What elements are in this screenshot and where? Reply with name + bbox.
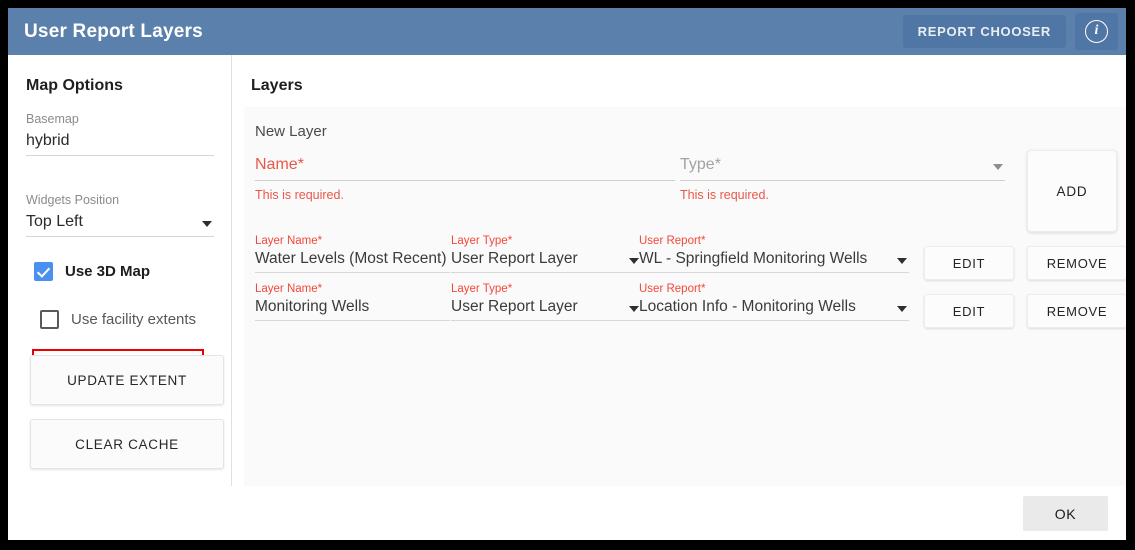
user-report-required-marker: * [701, 235, 705, 247]
use-facility-extents-checkbox-row[interactable]: Use facility extents [40, 310, 196, 329]
layer-row: Layer Name* Monitoring Wells Layer Type*… [255, 283, 1115, 331]
layer-type-select[interactable]: User Report Layer [451, 250, 641, 273]
dialog-titlebar: User Report Layers REPORT CHOOSER i [8, 8, 1126, 55]
new-layer-name-error: This is required. [255, 188, 675, 202]
basemap-input[interactable]: hybrid [26, 132, 214, 156]
use-facility-extents-checkbox[interactable] [40, 310, 59, 329]
titlebar-actions: REPORT CHOOSER i [903, 13, 1118, 50]
layer-name-field: Layer Name* Water Levels (Most Recent) [255, 235, 450, 273]
chevron-down-icon [629, 258, 639, 264]
chevron-down-icon [629, 306, 639, 312]
user-report-label-text: User Report [639, 283, 701, 295]
remove-layer-button[interactable]: REMOVE [1027, 246, 1126, 280]
user-report-select[interactable]: Location Info - Monitoring Wells [639, 298, 909, 321]
map-options-panel: Map Options Basemap hybrid Widgets Posit… [8, 55, 232, 540]
user-report-field: User Report* Location Info - Monitoring … [639, 283, 909, 321]
ok-button[interactable]: OK [1023, 496, 1108, 531]
new-layer-name-required-marker: * [298, 156, 304, 173]
layer-type-label: Layer Type* [451, 283, 641, 295]
use-3d-map-checkbox-row[interactable]: Use 3D Map [34, 262, 150, 281]
new-layer-type-required-marker: * [715, 156, 721, 173]
layer-type-required-marker: * [508, 283, 512, 295]
user-report-label: User Report* [639, 283, 909, 295]
layers-content: New Layer Name* This is required. Type* [244, 107, 1126, 486]
map-options-title: Map Options [26, 77, 123, 95]
user-report-field: User Report* WL - Springfield Monitoring… [639, 235, 909, 273]
new-layer-type-placeholder: Type [680, 156, 715, 173]
layer-name-input[interactable]: Water Levels (Most Recent) [255, 250, 450, 273]
report-chooser-button[interactable]: REPORT CHOOSER [903, 15, 1066, 48]
new-layer-label: New Layer [255, 123, 327, 140]
update-extent-button[interactable]: UPDATE EXTENT [30, 355, 224, 405]
info-button[interactable]: i [1075, 13, 1118, 50]
user-report-value: WL - Springfield Monitoring Wells [639, 250, 909, 268]
chevron-down-icon [897, 306, 907, 312]
new-layer-name-input[interactable]: Name* [255, 156, 675, 181]
user-report-label-text: User Report [639, 235, 701, 247]
remove-layer-button[interactable]: REMOVE [1027, 294, 1126, 328]
layer-type-select[interactable]: User Report Layer [451, 298, 641, 321]
layer-type-label-text: Layer Type [451, 235, 508, 247]
basemap-field: Basemap hybrid [26, 112, 214, 156]
widgets-position-field: Widgets Position Top Left [26, 193, 214, 237]
layer-name-input[interactable]: Monitoring Wells [255, 298, 450, 321]
widgets-position-value: Top Left [26, 213, 214, 231]
layer-name-label: Layer Name* [255, 283, 450, 295]
layer-type-value: User Report Layer [451, 250, 641, 268]
layer-row: Layer Name* Water Levels (Most Recent) L… [255, 235, 1115, 283]
add-layer-button[interactable]: ADD [1027, 150, 1117, 232]
layer-name-required-marker: * [318, 235, 322, 247]
layer-name-label-text: Layer Name [255, 235, 318, 247]
use-3d-map-label: Use 3D Map [65, 263, 150, 280]
layer-type-value: User Report Layer [451, 298, 641, 316]
edit-layer-button[interactable]: EDIT [924, 294, 1014, 328]
clear-cache-button[interactable]: CLEAR CACHE [30, 419, 224, 469]
new-layer-name-placeholder: Name [255, 156, 298, 173]
layer-name-value: Water Levels (Most Recent) [255, 250, 450, 268]
layer-type-field: Layer Type* User Report Layer [451, 235, 641, 273]
widgets-position-label: Widgets Position [26, 193, 214, 207]
widgets-position-select[interactable]: Top Left [26, 213, 214, 237]
chevron-down-icon [897, 258, 907, 264]
new-layer-type-select[interactable]: Type* [680, 156, 1005, 181]
use-facility-extents-label: Use facility extents [71, 311, 196, 328]
new-layer-type-field: Type* This is required. [680, 156, 1005, 202]
layer-name-required-marker: * [318, 283, 322, 295]
new-layer-name-field: Name* This is required. [255, 156, 675, 202]
dialog-title: User Report Layers [24, 21, 203, 43]
user-report-select[interactable]: WL - Springfield Monitoring Wells [639, 250, 909, 273]
edit-layer-button[interactable]: EDIT [924, 246, 1014, 280]
user-report-value: Location Info - Monitoring Wells [639, 298, 909, 316]
layer-name-field: Layer Name* Monitoring Wells [255, 283, 450, 321]
layer-name-value: Monitoring Wells [255, 298, 450, 316]
layers-panel: Layers New Layer Name* This is required.… [233, 55, 1126, 540]
basemap-label: Basemap [26, 112, 214, 126]
layers-title: Layers [251, 77, 303, 95]
use-3d-map-checkbox[interactable] [34, 262, 53, 281]
info-icon: i [1085, 20, 1108, 43]
user-report-required-marker: * [701, 283, 705, 295]
chevron-down-icon [993, 164, 1003, 170]
user-report-label: User Report* [639, 235, 909, 247]
layer-name-label-text: Layer Name [255, 283, 318, 295]
dialog-footer: OK [8, 486, 1126, 540]
layer-type-field: Layer Type* User Report Layer [451, 283, 641, 321]
dialog-body: Map Options Basemap hybrid Widgets Posit… [8, 55, 1126, 540]
layer-name-label: Layer Name* [255, 235, 450, 247]
chevron-down-icon [202, 221, 212, 227]
new-layer-type-error: This is required. [680, 188, 1005, 202]
layer-type-required-marker: * [508, 235, 512, 247]
layer-type-label-text: Layer Type [451, 283, 508, 295]
basemap-value: hybrid [26, 132, 214, 150]
layer-type-label: Layer Type* [451, 235, 641, 247]
user-report-layers-dialog: User Report Layers REPORT CHOOSER i Map … [8, 8, 1126, 540]
